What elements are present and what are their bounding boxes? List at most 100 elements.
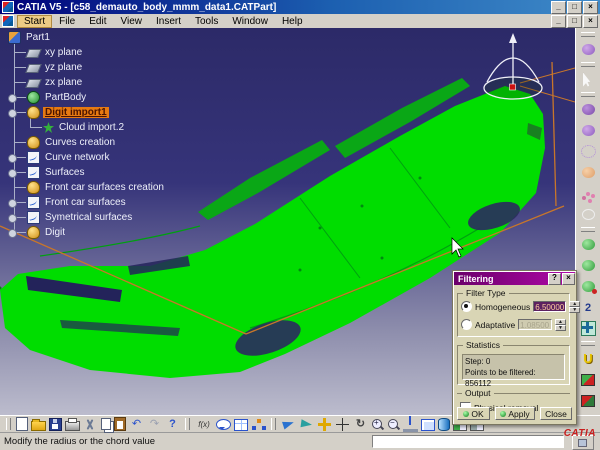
doc-restore-button[interactable]: □ <box>567 15 582 28</box>
menu-tools[interactable]: Tools <box>188 15 225 28</box>
toolbar-grip[interactable] <box>581 227 595 232</box>
tree-expand-handle[interactable] <box>8 154 17 163</box>
tree-item-partbody[interactable]: PartBody <box>15 91 88 104</box>
close-button[interactable]: × <box>583 1 598 14</box>
green-red-mesh-icon[interactable] <box>577 390 600 411</box>
adaptative-radio[interactable] <box>461 319 472 330</box>
tree-item-curves-creation[interactable]: Curves creation <box>15 136 117 149</box>
tree-item-surfaces[interactable]: Surfaces <box>15 166 86 179</box>
tree-item-digit-import[interactable]: Digit import1 <box>15 106 109 119</box>
fly-mode-icon[interactable] <box>299 418 314 431</box>
tree-item-yz-plane[interactable]: yz plane <box>15 61 84 74</box>
minimize-button[interactable]: _ <box>551 1 566 14</box>
power-input-field[interactable] <box>372 435 564 448</box>
red-green-mesh-icon[interactable] <box>577 369 600 390</box>
menu-help[interactable]: Help <box>275 15 310 28</box>
cloud-import-icon[interactable] <box>577 39 600 60</box>
close-button-dialog[interactable]: Close <box>540 407 572 420</box>
cloud-reduce-icon[interactable] <box>577 120 600 141</box>
table-icon[interactable] <box>234 419 248 431</box>
rotate-icon[interactable]: ↻ <box>353 418 368 431</box>
lasso-icon[interactable] <box>577 204 600 225</box>
toolbar-grip[interactable] <box>271 418 276 430</box>
mesh-green-red-icon[interactable] <box>577 276 600 297</box>
tree-expand-handle[interactable] <box>8 214 17 223</box>
tree-item-symetrical-surfaces[interactable]: Symetrical surfaces <box>15 211 134 224</box>
normal-view-icon[interactable] <box>403 416 418 432</box>
save-icon[interactable] <box>49 418 62 431</box>
cloud-orange-icon[interactable] <box>577 162 600 183</box>
tree-item-front-car-surfaces[interactable]: Front car surfaces <box>15 196 128 209</box>
surfaces-icon <box>27 166 40 179</box>
doc-minimize-button[interactable]: _ <box>551 15 566 28</box>
catia-app-icon[interactable] <box>2 1 14 13</box>
document-icon[interactable] <box>2 15 14 27</box>
menu-view[interactable]: View <box>113 15 149 28</box>
toolbar-grip[interactable] <box>581 32 595 37</box>
copy-icon[interactable] <box>101 418 111 430</box>
apply-button[interactable]: Apply <box>495 407 535 420</box>
menu-start[interactable]: Start <box>17 15 52 28</box>
tree-item-part1[interactable]: Part1 <box>8 31 52 44</box>
dialog-title-bar[interactable]: Filtering ? × <box>454 272 575 285</box>
redo-icon[interactable]: ↷ <box>147 418 162 431</box>
tree-expand-handle[interactable] <box>8 109 17 118</box>
formula-icon[interactable]: f(x) <box>195 418 213 431</box>
cloud-import-icon <box>43 122 54 133</box>
mesh-green-2-icon[interactable] <box>577 255 600 276</box>
menu-file[interactable]: File <box>52 15 82 28</box>
zoom-out-icon[interactable]: − <box>387 418 400 431</box>
tree-expand-handle[interactable] <box>8 199 17 208</box>
homogeneous-spinner[interactable]: ▲▼ <box>569 301 580 312</box>
tree-item-xy-plane[interactable]: xy plane <box>15 46 84 59</box>
open-folder-icon[interactable] <box>31 421 46 431</box>
dialog-help-button[interactable]: ? <box>548 273 561 285</box>
fit-all-icon[interactable] <box>317 418 332 431</box>
cloud-outline-icon[interactable] <box>577 141 600 162</box>
u-clamp-icon[interactable] <box>577 348 600 369</box>
pen-icon[interactable] <box>281 418 296 431</box>
tree-item-digit[interactable]: Digit <box>15 226 67 239</box>
toolbar-grip[interactable] <box>6 418 11 430</box>
scatter-icon[interactable] <box>577 183 600 204</box>
homogeneous-radio[interactable] <box>461 301 472 312</box>
cloud-edit-icon[interactable] <box>577 99 600 120</box>
tree-expand-handle[interactable] <box>8 94 17 103</box>
chat-icon[interactable] <box>216 419 231 430</box>
toolbar-grip[interactable] <box>581 341 595 346</box>
cut-icon[interactable] <box>83 418 98 431</box>
tree-expand-handle[interactable] <box>8 169 17 178</box>
toolbar-grip[interactable] <box>581 92 595 97</box>
align-cross-icon[interactable] <box>577 318 600 339</box>
mesh-green-icon[interactable] <box>577 234 600 255</box>
select-arrow-icon[interactable] <box>577 69 600 90</box>
tree-item-cloud-import[interactable]: Cloud import.2 <box>31 121 126 134</box>
tree-expand-handle[interactable] <box>8 229 17 238</box>
front-car-surfaces-creation-icon <box>27 181 40 194</box>
multi-view-icon[interactable] <box>421 419 435 431</box>
dialog-close-icon[interactable]: × <box>562 273 575 285</box>
restore-button[interactable]: □ <box>567 1 582 14</box>
homogeneous-value-field[interactable]: 6.50000 <box>533 301 566 312</box>
pan-icon[interactable] <box>335 418 350 431</box>
menu-edit[interactable]: Edit <box>82 15 113 28</box>
shaded-view-icon[interactable] <box>438 418 450 431</box>
new-document-icon[interactable] <box>16 417 28 431</box>
context-help-icon[interactable]: ? <box>165 418 180 431</box>
status-message: Modify the radius or the chord value <box>4 436 155 447</box>
ok-button[interactable]: OK <box>457 407 490 420</box>
undo-icon[interactable]: ↶ <box>129 418 144 431</box>
doc-close-button[interactable]: × <box>583 15 598 28</box>
tree-item-front-car-surfaces-creation[interactable]: Front car surfaces creation <box>15 181 166 194</box>
tree-item-zx-plane[interactable]: zx plane <box>15 76 84 89</box>
paste-icon[interactable] <box>114 417 126 431</box>
zoom-in-icon[interactable]: + <box>371 418 384 431</box>
links-icon[interactable] <box>251 418 266 431</box>
toolbar-grip[interactable] <box>581 62 595 67</box>
tree-item-curve-network[interactable]: Curve network <box>15 151 111 164</box>
compass-base-handle <box>510 84 516 90</box>
menu-window[interactable]: Window <box>225 15 275 28</box>
print-icon[interactable] <box>65 421 80 431</box>
menu-insert[interactable]: Insert <box>149 15 188 28</box>
toolbar-grip[interactable] <box>185 418 190 430</box>
